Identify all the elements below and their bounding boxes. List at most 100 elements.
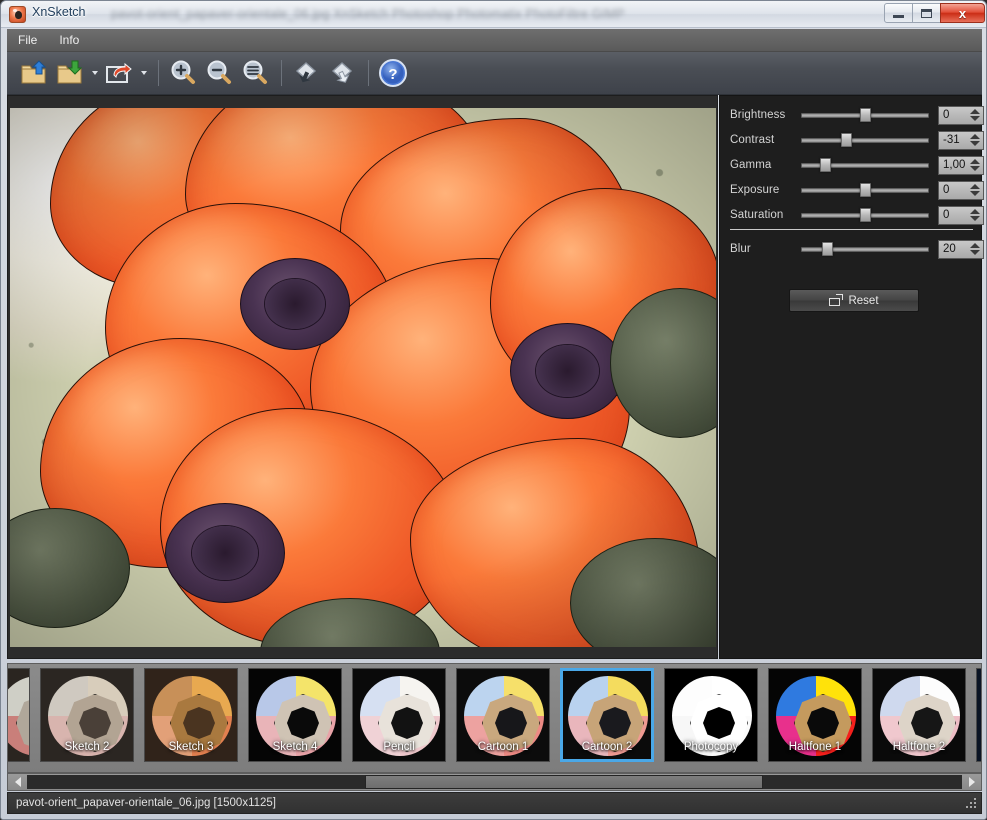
effect-thumbnail-label: Cartoon 1	[457, 741, 549, 753]
spinner-value: 0	[939, 184, 949, 196]
slider-thumb[interactable]	[860, 108, 871, 122]
effect-thumbnail-pencil[interactable]: Pencil	[352, 668, 446, 762]
toolbar: ?	[7, 52, 982, 95]
slider-thumb[interactable]	[820, 158, 831, 172]
effect-thumbnail-cartoon-2[interactable]: Cartoon 2	[560, 668, 654, 762]
slider-saturation[interactable]	[801, 208, 929, 222]
effect-thumbnail-cartoon-1[interactable]: Cartoon 1	[456, 668, 550, 762]
slider-label-brightness: Brightness	[730, 109, 798, 121]
scrollbar-thumb[interactable]	[365, 775, 763, 789]
slider-brightness[interactable]	[801, 108, 929, 122]
zoom-fit-icon[interactable]	[238, 56, 272, 90]
effect-wheel-core	[287, 707, 319, 739]
status-bar: pavot-orient_papaver-orientale_06.jpg [1…	[7, 792, 982, 814]
effects-thumbnail-strip[interactable]: Sketch 2Sketch 3Sketch 4Pencil Cartoon 1 C…	[7, 663, 982, 773]
slider-row-saturation: Saturation 0	[730, 204, 984, 226]
slider-thumb[interactable]	[822, 242, 833, 256]
effect-thumbnail-sketch-1[interactable]	[7, 668, 30, 762]
menu-bar: File Info	[7, 29, 982, 52]
image-preview-pane[interactable]	[7, 95, 718, 659]
effect-thumbnail-haltfone-2[interactable]: Haltfone 2	[872, 668, 966, 762]
effect-thumbnail-label: Cartoon 2	[561, 741, 653, 753]
export-dropdown-arrow-icon[interactable]	[138, 58, 149, 88]
spinner-arrows[interactable]	[970, 209, 980, 221]
spinner-arrows[interactable]	[970, 184, 980, 196]
minimize-button[interactable]	[884, 3, 913, 23]
effect-wheel-core	[703, 707, 735, 739]
spinner-arrows[interactable]	[970, 109, 980, 121]
toolbar-separator	[281, 60, 282, 86]
effect-thumbnail-sketch-3[interactable]: Sketch 3	[144, 668, 238, 762]
slider-gamma[interactable]	[801, 158, 929, 172]
effect-wheel-core	[29, 707, 30, 739]
menu-item-info[interactable]: Info	[48, 30, 90, 50]
open-file-icon[interactable]	[17, 56, 51, 90]
spinner-value: 1,00	[939, 159, 965, 171]
adjustments-panel: Brightness 0 Contrast -31 Gamm	[719, 95, 982, 659]
spinner-gamma[interactable]: 1,00	[938, 156, 984, 175]
effect-wheel-core	[599, 707, 631, 739]
spinner-arrows[interactable]	[970, 134, 980, 146]
export-share-icon[interactable]	[102, 56, 136, 90]
slider-contrast[interactable]	[801, 133, 929, 147]
zoom-out-icon[interactable]	[202, 56, 236, 90]
slider-thumb[interactable]	[841, 133, 852, 147]
title-bar: pavot-orient_papaver-orientale_06.jpg Xn…	[1, 1, 987, 28]
save-file-icon[interactable]	[53, 56, 87, 90]
effect-thumbnail-photocopy[interactable]: Photocopy	[664, 668, 758, 762]
scroll-right-arrow-icon[interactable]	[963, 775, 980, 789]
spinner-arrows[interactable]	[970, 243, 980, 255]
slider-thumb[interactable]	[860, 183, 871, 197]
spinner-contrast[interactable]: -31	[938, 131, 984, 150]
effect-thumbnail-sketch-4[interactable]: Sketch 4	[248, 668, 342, 762]
zoom-in-icon[interactable]	[166, 56, 200, 90]
slider-track	[801, 138, 929, 143]
rotate-left-icon[interactable]	[289, 56, 323, 90]
effect-wheel-core	[911, 707, 943, 739]
spinner-value: 0	[939, 209, 949, 221]
slider-blur[interactable]	[801, 242, 929, 256]
effect-wheel-core	[495, 707, 527, 739]
thumbnail-horizontal-scrollbar[interactable]	[7, 773, 982, 791]
slider-label-blur: Blur	[730, 243, 798, 255]
slider-thumb[interactable]	[860, 208, 871, 222]
cat-eye-icon	[9, 6, 26, 23]
panel-divider	[730, 229, 973, 230]
slider-row-blur: Blur 20	[730, 238, 984, 260]
window-controls: x	[884, 3, 985, 23]
effect-wheel-core	[807, 707, 839, 739]
maximize-button[interactable]	[912, 3, 941, 23]
aero-glass-ghost-text: pavot-orient_papaver-orientale_06.jpg Xn…	[111, 3, 871, 25]
effect-thumbnail-haltfone-1[interactable]: Haltfone 1	[768, 668, 862, 762]
effect-wheel-core	[183, 707, 215, 739]
reset-button[interactable]: Reset	[789, 289, 919, 312]
spinner-arrows[interactable]	[970, 159, 980, 171]
slider-label-gamma: Gamma	[730, 159, 798, 171]
effect-thumbnail-sketch-2[interactable]: Sketch 2	[40, 668, 134, 762]
spinner-blur[interactable]: 20	[938, 240, 984, 259]
preview-image	[10, 108, 716, 647]
toolbar-separator	[368, 60, 369, 86]
slider-exposure[interactable]	[801, 183, 929, 197]
scroll-left-arrow-icon[interactable]	[9, 775, 26, 789]
rotate-right-icon[interactable]	[325, 56, 359, 90]
spinner-saturation[interactable]: 0	[938, 206, 984, 225]
minimize-icon	[893, 15, 904, 18]
effect-thumbnail-haltfone-3[interactable]	[976, 668, 982, 762]
slider-row-gamma: Gamma 1,00	[730, 154, 984, 176]
close-button[interactable]: x	[940, 3, 985, 23]
spinner-exposure[interactable]: 0	[938, 181, 984, 200]
slider-label-exposure: Exposure	[730, 184, 798, 196]
menu-item-file[interactable]: File	[7, 30, 48, 50]
spinner-brightness[interactable]: 0	[938, 106, 984, 125]
spinner-value: 0	[939, 109, 949, 121]
resize-grip-icon[interactable]	[965, 797, 978, 810]
save-dropdown-arrow-icon[interactable]	[89, 58, 100, 88]
help-icon[interactable]: ?	[376, 56, 410, 90]
window-title: XnSketch	[32, 5, 86, 19]
scrollbar-trough[interactable]	[27, 775, 962, 789]
effect-wheel-core	[391, 707, 423, 739]
slider-label-saturation: Saturation	[730, 209, 798, 221]
reset-screen-icon	[829, 295, 842, 306]
slider-row-brightness: Brightness 0	[730, 104, 984, 126]
